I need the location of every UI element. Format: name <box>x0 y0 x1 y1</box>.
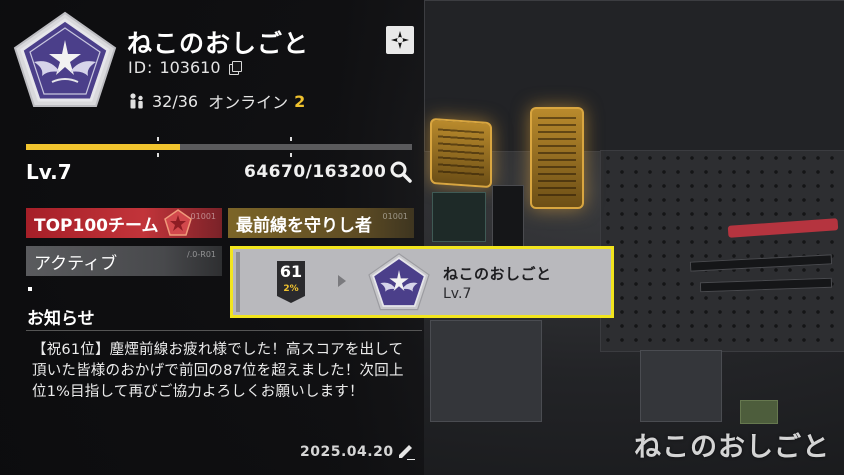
online-label: オンライン <box>208 93 289 112</box>
level-progress-bar <box>26 137 412 157</box>
rank-percent: 2% <box>283 284 299 294</box>
rank-badge: 61 2% <box>276 260 306 304</box>
star-icon <box>164 209 192 236</box>
progress-milestone-tick <box>290 137 292 157</box>
team-id-row: ID: 103610 <box>128 58 242 77</box>
tag-active[interactable]: アクティブ /.0-R01 <box>26 246 222 276</box>
chevron-right-icon <box>338 275 346 287</box>
background-ammo-box <box>740 400 778 424</box>
watermark: ねこのおしごと <box>634 432 830 463</box>
settings-icon <box>391 31 409 49</box>
background-pegboard <box>600 150 844 352</box>
background-device <box>492 185 524 247</box>
tag-active-label: アクティブ <box>34 253 118 274</box>
tag-frontline-label: 最前線を守りし者 <box>236 215 372 236</box>
tag-frontline-defender[interactable]: 最前線を守りし者 01001 <box>228 208 414 238</box>
background-crate <box>430 320 542 422</box>
team-emblem-icon <box>368 253 430 311</box>
rank-number: 61 <box>279 262 303 281</box>
notice-body: 【祝61位】塵煙前線お疲れ様でした！高スコアを出して頂いた皆様のおかげで前回の8… <box>32 342 404 400</box>
edit-icon[interactable] <box>396 440 416 460</box>
member-count: 32/36 <box>152 91 199 111</box>
tag-top100-team[interactable]: TOP100チーム 01001 <box>26 208 222 238</box>
background-amber-tablet <box>530 107 584 209</box>
online-count: 2 <box>294 91 306 111</box>
tag-top100-label: TOP100チーム <box>34 215 159 236</box>
id-label: ID: <box>128 58 154 77</box>
divider <box>26 330 422 331</box>
notice-title: お知らせ <box>27 309 95 329</box>
progress-milestone-tick <box>157 137 159 157</box>
tag-code: 01001 <box>382 212 408 221</box>
team-name: ねこのおしごと <box>127 29 310 58</box>
team-id-value: 103610 <box>159 58 221 77</box>
notice-date: 2025.04.20 <box>300 444 394 460</box>
rank-card-team-name: ねこのおしごと <box>443 265 552 283</box>
members-row: 32/36 オンライン 2 <box>128 89 305 113</box>
tag-code: 01001 <box>190 212 216 221</box>
team-emblem-icon <box>13 11 117 107</box>
rank-card-edge <box>236 252 240 312</box>
team-rank-card[interactable]: 61 2% ねこのおしごと Lv.7 <box>230 246 614 318</box>
copy-icon[interactable] <box>228 61 242 75</box>
background-amber-monitor <box>430 117 492 189</box>
team-info-panel: ねこのおしごと ID: 103610 32/36 オンライン 2 Lv.7 64… <box>0 0 424 475</box>
rank-card-level: Lv.7 <box>443 286 472 302</box>
page-indicator-dot <box>28 287 32 291</box>
tag-code: /.0-R01 <box>187 250 216 259</box>
search-icon[interactable] <box>389 160 413 184</box>
background-crate <box>640 350 722 422</box>
settings-button[interactable] <box>386 26 414 54</box>
level-label: Lv.7 <box>26 160 72 184</box>
background-device <box>432 192 486 242</box>
xp-value: 64670/163200 <box>244 162 387 182</box>
members-icon <box>130 93 143 109</box>
